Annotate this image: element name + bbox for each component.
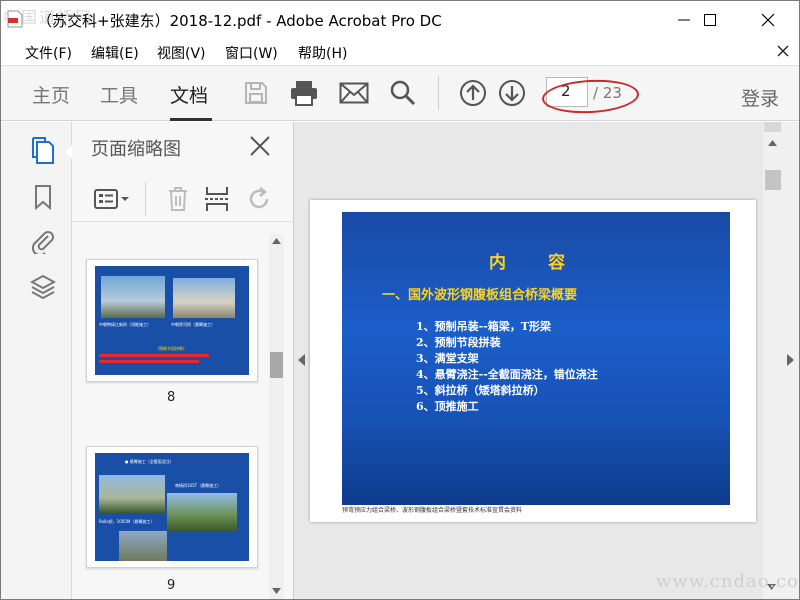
bridge-photo [99, 475, 165, 513]
scroll-up-icon[interactable] [768, 140, 777, 146]
toolbar-divider [438, 76, 439, 110]
page-thumbnail-8[interactable]: 中朝鸭绿江新桥（顶推施工） 中朝界河桥（悬臂施工） （预制节段拼装） [86, 259, 258, 382]
thumbnail-page-number: 9 [167, 578, 176, 593]
pdf-file-icon [7, 10, 23, 28]
paperclip-icon [32, 231, 54, 254]
pdf-page: 内 容 一、国外波形钢腹板组合桥梁概要 1、预制吊装--箱梁，T形梁 2、预制节… [310, 200, 756, 522]
thumb-red-text [99, 354, 209, 357]
tab-document[interactable]: 文档 [170, 81, 208, 108]
save-button[interactable] [241, 78, 271, 108]
login-link[interactable]: 登录 [741, 84, 779, 111]
trash-icon [169, 187, 187, 211]
navigation-pane-strip [1, 122, 72, 599]
scrollbar-thumb[interactable] [270, 352, 283, 378]
close-panel-icon[interactable] [248, 134, 272, 158]
email-button[interactable] [339, 78, 369, 108]
maximize-icon [704, 14, 716, 26]
thumb-caption: 中朝界河桥（悬臂施工） [171, 322, 215, 327]
arrow-down-circle-icon [499, 80, 525, 106]
printer-icon [291, 81, 317, 106]
page-thumbnails-button[interactable] [29, 136, 57, 166]
bookmark-icon [35, 185, 51, 210]
main-toolbar: 主页 工具 文档 [1, 65, 799, 121]
scroll-up-icon [272, 238, 281, 244]
thumb-caption: ● 悬臂施工（全截面浇注） [125, 459, 174, 464]
title-bar: 中国道桥网 （苏交科+张建东）2018-12.pdf - Adobe Acrob… [1, 1, 799, 39]
delete-page-button[interactable] [161, 182, 195, 216]
scrollbar-thumb[interactable] [765, 170, 781, 190]
scroll-down-icon [272, 588, 281, 594]
previous-page-arrow-icon[interactable] [298, 354, 305, 366]
bridge-photo [167, 493, 237, 531]
active-tab-indicator [170, 118, 212, 121]
bridge-photo [101, 276, 165, 318]
bookmarks-button[interactable] [29, 182, 57, 212]
acrobat-window: 中国道桥网 （苏交科+张建东）2018-12.pdf - Adobe Acrob… [0, 0, 800, 600]
slide-list-item: 5、斜拉桥（矮塔斜拉桥） [416, 384, 545, 397]
slide-list-item: 3、满堂支架 [416, 352, 479, 365]
panel-toolbar-divider [145, 182, 146, 216]
search-button[interactable] [388, 78, 418, 108]
scroll-top-cap [764, 122, 781, 132]
thumb-caption: Rollo桥，1005M（悬臂施工） [99, 519, 155, 524]
attachments-button[interactable] [29, 226, 57, 256]
thumb-caption: （预制节段拼装） [155, 346, 187, 351]
slide-content: 内 容 一、国外波形钢腹板组合桥梁概要 1、预制吊装--箱梁，T形梁 2、预制节… [342, 212, 730, 505]
insert-pages-icon [205, 187, 229, 211]
menu-view[interactable]: 视图(V) [157, 43, 206, 63]
slide-title: 内 容 [489, 253, 583, 273]
slide-subtitle: 一、国外波形钢腹板组合桥梁概要 [382, 288, 578, 303]
thumb-caption: 串杨桥105T（悬臂施工） [175, 483, 222, 488]
page-thumbnail-9[interactable]: ● 悬臂施工（全截面浇注） 串杨桥105T（悬臂施工） Rollo桥，1005M… [86, 446, 258, 568]
document-view[interactable]: 内 容 一、国外波形钢腹板组合桥梁概要 1、预制吊装--箱梁，T形梁 2、预制节… [294, 122, 763, 599]
close-icon [761, 13, 775, 27]
close-window-button[interactable] [745, 1, 791, 39]
bridge-photo [119, 531, 167, 561]
thumb-red-text [99, 360, 199, 363]
rotate-icon [249, 187, 269, 209]
slide-list-item: 2、预制节段拼装 [416, 336, 501, 349]
pages-icon [32, 137, 54, 164]
previous-page-button[interactable] [458, 78, 488, 108]
menu-bar: 文件(F) 编辑(E) 视图(V) 窗口(W) 帮助(H) [1, 39, 799, 65]
panel-title: 页面缩略图 [91, 139, 181, 160]
tab-home[interactable]: 主页 [32, 81, 70, 108]
layers-button[interactable] [29, 272, 57, 302]
thumbnail-image: 中朝鸭绿江新桥（顶推施工） 中朝界河桥（悬臂施工） （预制节段拼装） [95, 266, 249, 375]
slide-list-item: 1、预制吊装--箱梁，T形梁 [416, 320, 551, 333]
close-document-icon[interactable] [775, 43, 791, 59]
window-title: （苏交科+张建东）2018-12.pdf - Adobe Acrobat Pro… [37, 12, 442, 30]
menu-edit[interactable]: 编辑(E) [91, 43, 139, 63]
mail-icon [339, 82, 369, 104]
maximize-button[interactable] [687, 1, 733, 39]
panel-toolbar [72, 178, 294, 222]
thumbnail-page-number: 8 [167, 390, 176, 405]
site-watermark-bottom: www.cndao.com [656, 571, 799, 592]
rotate-page-button[interactable] [242, 182, 276, 216]
arrow-up-circle-icon [460, 80, 486, 106]
print-button[interactable] [289, 78, 319, 108]
menu-file[interactable]: 文件(F) [25, 43, 72, 63]
slide-list-item: 6、顶推施工 [416, 400, 479, 413]
slide-list-item: 4、悬臂浇注--全截面浇注，错位浇注 [416, 368, 598, 381]
next-page-button[interactable] [497, 78, 527, 108]
thumbnail-options-button[interactable] [92, 182, 132, 216]
thumb-caption: 中朝鸭绿江新桥（顶推施工） [99, 322, 151, 327]
scrollbar-track [764, 122, 781, 599]
thumbnails-scrollbar[interactable] [269, 234, 284, 599]
save-icon [245, 82, 267, 104]
insert-page-button[interactable] [200, 182, 234, 216]
slide-footer-note: 预弯预应力组合梁桥、波形钢腹板组合梁桥暨套技术标准宣贯会资料 [342, 507, 523, 514]
search-icon [390, 80, 416, 106]
tab-tools[interactable]: 工具 [100, 81, 138, 108]
menu-window[interactable]: 窗口(W) [225, 43, 278, 63]
document-scrollbar[interactable] [763, 122, 799, 599]
thumbnail-image: ● 悬臂施工（全截面浇注） 串杨桥105T（悬臂施工） Rollo桥，1005M… [95, 453, 249, 561]
options-menu-icon [94, 189, 129, 209]
menu-help[interactable]: 帮助(H) [298, 43, 347, 63]
page-thumbnails-panel: 页面缩略图 中朝鸭绿江新桥（顶推施工） 中朝界河桥（悬臂施工） （预制节段拼装）… [72, 122, 294, 599]
bridge-photo [173, 278, 235, 318]
layers-icon [30, 274, 56, 300]
next-page-arrow-icon[interactable] [787, 354, 794, 366]
